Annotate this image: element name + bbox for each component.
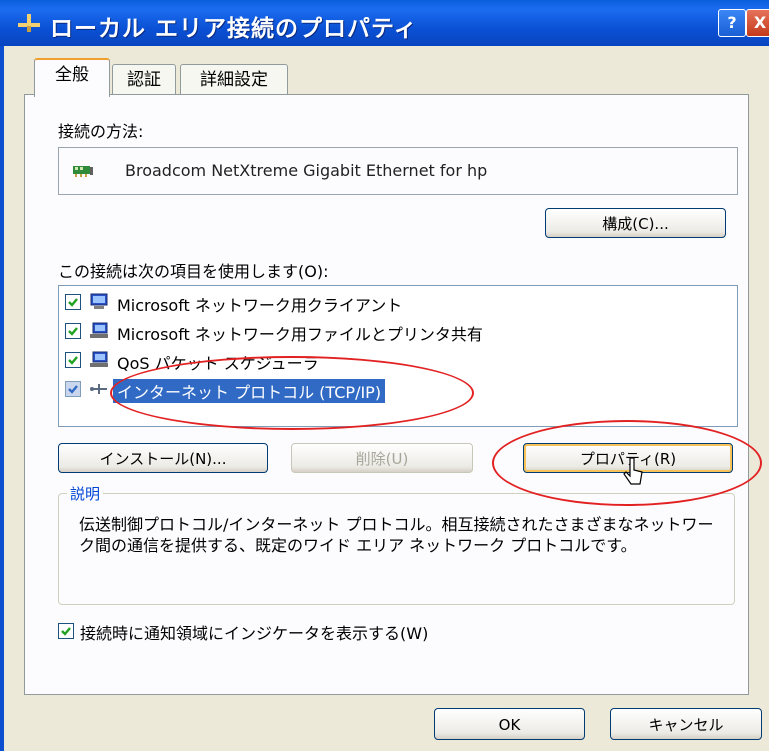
description-title: 説明 xyxy=(67,483,104,504)
client-icon xyxy=(90,293,108,309)
share-icon xyxy=(90,322,108,338)
item-label: Microsoft ネットワーク用クライアント xyxy=(117,296,403,315)
item-checkbox[interactable] xyxy=(65,323,81,339)
adapter-field: Broadcom NetXtreme Gigabit Ethernet for … xyxy=(58,147,738,195)
description-text: 伝送制御プロトコル/インターネット プロトコル。相互接続されたさまざまなネットワ… xyxy=(79,515,714,555)
protocol-icon xyxy=(90,384,107,394)
adapter-name: Broadcom NetXtreme Gigabit Ethernet for … xyxy=(125,161,488,180)
notify-checkbox[interactable] xyxy=(58,623,74,639)
uninstall-button[interactable]: 削除(U) xyxy=(291,443,473,473)
item-checkbox[interactable] xyxy=(65,294,81,310)
window-title: ローカル エリア接続のプロパティ xyxy=(50,16,418,42)
network-connection-icon xyxy=(18,14,40,32)
list-item[interactable]: インターネット プロトコル (TCP/IP) xyxy=(65,377,725,403)
network-adapter-icon xyxy=(73,166,93,177)
item-checkbox[interactable] xyxy=(65,352,81,368)
list-item[interactable]: QoS パケット スケジューラ xyxy=(65,348,725,373)
title-bar[interactable]: ローカル エリア接続のプロパティ ? X xyxy=(0,0,769,46)
item-label: インターネット プロトコル (TCP/IP) xyxy=(113,379,386,403)
window-border xyxy=(0,46,4,751)
mouse-cursor-icon xyxy=(623,457,643,485)
tab-authentication[interactable]: 認証 xyxy=(112,64,176,95)
description-group: 説明 伝送制御プロトコル/インターネット プロトコル。相互接続されたさまざまなネ… xyxy=(58,483,735,605)
install-button[interactable]: インストール(N)... xyxy=(58,443,268,473)
cancel-button[interactable]: キャンセル xyxy=(610,708,762,740)
properties-dialog: ローカル エリア接続のプロパティ ? X 全般 認証 詳細設定 接続の方法: B… xyxy=(0,0,769,751)
tab-advanced[interactable]: 詳細設定 xyxy=(180,64,288,95)
connect-using-label: 接続の方法: xyxy=(58,122,144,141)
components-list[interactable]: Microsoft ネットワーク用クライアント Microsoft ネットワーク… xyxy=(58,285,738,427)
configure-button[interactable]: 構成(C)... xyxy=(545,208,726,238)
notify-label[interactable]: 接続時に通知領域にインジケータを表示する(W) xyxy=(80,620,428,644)
components-label: この接続は次の項目を使用します(O): xyxy=(58,262,329,281)
item-checkbox[interactable] xyxy=(65,381,81,397)
tab-general[interactable]: 全般 xyxy=(34,58,110,97)
help-button[interactable]: ? xyxy=(718,9,746,37)
ok-button[interactable]: OK xyxy=(434,708,585,740)
item-label: QoS パケット スケジューラ xyxy=(117,354,319,373)
list-item[interactable]: Microsoft ネットワーク用クライアント xyxy=(65,290,725,315)
qos-icon xyxy=(90,351,108,367)
close-button[interactable]: X xyxy=(746,9,769,37)
item-label: Microsoft ネットワーク用ファイルとプリンタ共有 xyxy=(117,325,483,344)
list-item[interactable]: Microsoft ネットワーク用ファイルとプリンタ共有 xyxy=(65,319,725,344)
